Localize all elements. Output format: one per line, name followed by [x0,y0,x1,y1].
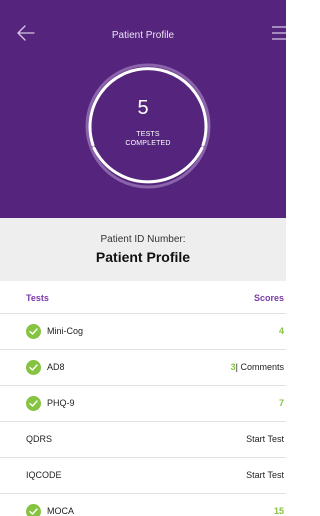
test-name: PHQ-9 [47,398,75,408]
test-row-qdrs[interactable]: QDRS Start Test [0,421,286,457]
profile-header: Patient Profile 5 TESTS COMPLETED [0,0,286,218]
test-row-mini-cog[interactable]: Mini-Cog 4 [0,313,286,349]
test-row-ad8[interactable]: AD8 3| Comments [0,349,286,385]
tests-column-header: Tests [26,293,49,303]
start-test-button[interactable]: Start Test [246,470,284,480]
table-header: Tests Scores [0,281,286,313]
test-row-phq-9[interactable]: PHQ-9 7 [0,385,286,421]
check-circle-icon [26,324,41,339]
patient-id-value: Patient Profile [95,249,191,265]
tests-completed-label: TESTS COMPLETED [118,130,178,148]
test-name: IQCODE [26,470,62,480]
check-circle-icon [26,396,41,411]
check-circle-icon [26,360,41,375]
test-name: AD8 [47,362,65,372]
test-score-with-comments: 3| Comments [231,362,284,372]
patient-id-label: Patient ID Number: [100,234,186,245]
test-name: QDRS [26,434,53,444]
comments-link[interactable]: | Comments [236,362,284,372]
test-name: MOCA [47,506,74,516]
test-row-moca[interactable]: MOCA 15 [0,493,286,516]
progress-ring [85,63,211,189]
scores-column-header: Scores [253,293,284,303]
test-score: 7 [278,398,284,408]
test-score: 4 [278,326,284,336]
test-score: 15 [273,506,284,516]
test-row-iqcode[interactable]: IQCODE Start Test [0,457,286,493]
hamburger-menu-icon[interactable] [270,23,286,43]
page-title: Patient Profile [111,30,175,41]
patient-id-section: Patient ID Number: Patient Profile [0,218,286,281]
tests-completed-label-line2: COMPLETED [125,140,171,147]
tests-completed-label-line1: TESTS [136,131,160,138]
check-circle-icon [26,504,41,516]
start-test-button[interactable]: Start Test [246,434,284,444]
test-name: Mini-Cog [47,326,84,336]
tests-completed-count: 5 [137,97,149,119]
